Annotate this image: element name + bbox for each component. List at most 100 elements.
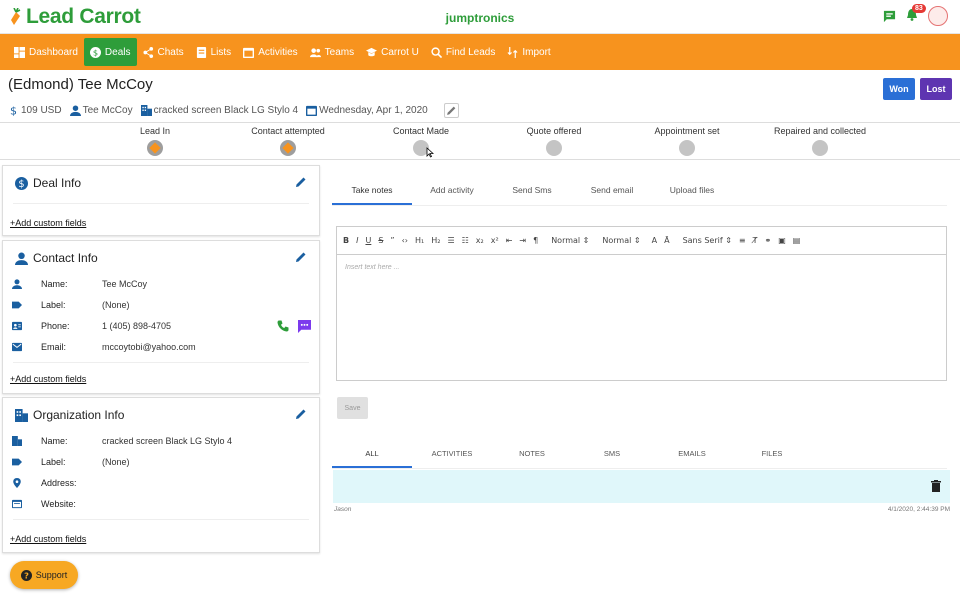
link-button[interactable]: ⚭ [765,236,772,245]
org-label-value[interactable]: (None) [102,457,130,467]
video-button[interactable]: ▤ [793,236,801,245]
nav-carrot-u[interactable]: Carrot U [360,38,425,66]
stage-quote-offered[interactable]: Quote offered [484,126,624,156]
save-button[interactable]: Save [337,397,368,419]
image-button[interactable]: ▣ [778,236,786,245]
nav-activities[interactable]: Activities [237,38,303,66]
subscript-button[interactable]: x₂ [476,236,484,245]
field-label: Name: [41,279,68,289]
notifications[interactable]: 83 [906,4,926,24]
indent-button[interactable]: ⇥ [519,236,526,245]
header-select[interactable]: Normal ⇕ [602,236,640,245]
add-custom-fields-link[interactable]: +Add custom fields [10,218,86,228]
feed-item[interactable] [333,470,950,503]
web-icon [12,499,22,509]
editor-placeholder[interactable]: Insert text here ... [345,264,399,271]
stage-contact-attempted[interactable]: Contact attempted [218,126,358,156]
nav-find-leads[interactable]: Find Leads [425,38,501,66]
size-select[interactable]: Normal ⇕ [551,236,589,245]
tab-send-sms[interactable]: Send Sms [492,180,572,205]
nav-deals[interactable]: $ Deals [83,38,137,66]
feed-tab-all[interactable]: ALL [332,443,412,468]
action-tabs: Take notes Add activity Send Sms Send em… [332,180,947,206]
bold-button[interactable]: B [343,236,349,245]
stage-lead-in[interactable]: Lead In [85,126,225,156]
deal-organization[interactable]: cracked screen Black LG Stylo 4 [140,105,298,116]
chat-icon[interactable] [883,10,896,23]
edit-contact-icon[interactable] [295,251,307,263]
italic-button[interactable]: I [356,236,358,245]
ordered-list-button[interactable]: ☰ [447,236,454,245]
contact-label-row: Label: (None) [11,295,311,315]
feed-tab-files[interactable]: FILES [732,443,812,468]
quote-button[interactable]: ” [390,236,394,245]
org-name-value[interactable]: cracked screen Black LG Stylo 4 [102,436,232,446]
svg-text:?: ? [24,570,29,580]
stage-appointment-set[interactable]: Appointment set [617,126,757,156]
organization-info-title: Organization Info [15,408,124,422]
strike-button[interactable]: S [378,236,383,245]
edit-deal-button[interactable] [443,103,459,118]
stage-dot [679,140,695,156]
tab-send-email[interactable]: Send email [572,180,652,205]
nav-dashboard[interactable]: Dashboard [8,38,84,66]
stage-contact-made[interactable]: Contact Made [351,126,491,156]
nav-import[interactable]: Import [501,38,556,66]
nav-label: Chats [157,46,184,58]
h2-button[interactable]: H₂ [431,236,440,245]
top-bar: Lead Carrot jumptronics 83 [0,0,960,34]
contact-phone-value[interactable]: 1 (405) 898-4705 [102,321,171,331]
deal-date: Wednesday, Apr 1, 2020 [306,105,428,116]
underline-button[interactable]: U [365,236,371,245]
font-select[interactable]: Sans Serif ⇕ [683,236,732,245]
field-label: Phone: [41,321,70,331]
feed-tab-notes[interactable]: NOTES [492,443,572,468]
support-button[interactable]: ? Support [10,561,78,589]
direction-button[interactable]: ¶ [533,236,538,245]
align-button[interactable]: ≡ [739,236,746,245]
nav-label: Import [522,46,551,58]
tab-add-activity[interactable]: Add activity [412,180,492,205]
nav-chats[interactable]: Chats [137,38,190,66]
organization-info-panel: Organization Info Name: cracked screen B… [2,397,320,553]
nav-teams[interactable]: Teams [304,38,360,66]
lost-button[interactable]: Lost [920,78,952,100]
feed-tab-sms[interactable]: SMS [572,443,652,468]
dollar-icon: $ [10,105,17,116]
avatar[interactable] [928,6,948,26]
field-label: Address: [41,478,77,488]
background-color-button[interactable]: Ā [664,236,669,245]
feed-tab-emails[interactable]: EMAILS [652,443,732,468]
edit-deal-info-icon[interactable] [295,176,307,188]
trash-icon[interactable] [931,480,941,492]
nav-lists[interactable]: Lists [190,38,238,66]
sms-icon[interactable] [298,319,311,333]
h1-button[interactable]: H₁ [415,236,424,245]
code-button[interactable]: ‹› [402,236,408,245]
add-custom-fields-link[interactable]: +Add custom fields [10,534,86,544]
contact-email-row: Email: mccoytobi@yahoo.com [11,337,311,357]
stage-label: Contact Made [392,126,450,136]
tab-upload-files[interactable]: Upload files [652,180,732,205]
phone-call-icon[interactable] [277,320,289,332]
outdent-button[interactable]: ⇤ [506,236,513,245]
won-button[interactable]: Won [883,78,915,100]
contact-label-value[interactable]: (None) [102,300,130,310]
org-name-row: Name: cracked screen Black LG Stylo 4 [11,431,311,451]
stage-repaired-collected[interactable]: Repaired and collected [750,126,890,156]
clear-format-button[interactable]: T̸ [753,236,758,245]
contact-name-value[interactable]: Tee McCoy [102,279,147,289]
superscript-button[interactable]: x² [491,236,499,245]
nav-label: Activities [258,46,298,58]
tab-take-notes[interactable]: Take notes [332,180,412,205]
text-color-button[interactable]: A [652,236,657,245]
deal-person-text: Tee McCoy [82,105,133,116]
email-icon [12,342,22,352]
nav-label: Deals [104,46,131,58]
bullet-list-button[interactable]: ☷ [462,236,469,245]
feed-tab-activities[interactable]: ACTIVITIES [412,443,492,468]
deal-person[interactable]: Tee McCoy [69,105,133,116]
add-custom-fields-link[interactable]: +Add custom fields [10,374,86,384]
contact-email-value[interactable]: mccoytobi@yahoo.com [102,342,196,352]
edit-organization-icon[interactable] [295,408,307,420]
